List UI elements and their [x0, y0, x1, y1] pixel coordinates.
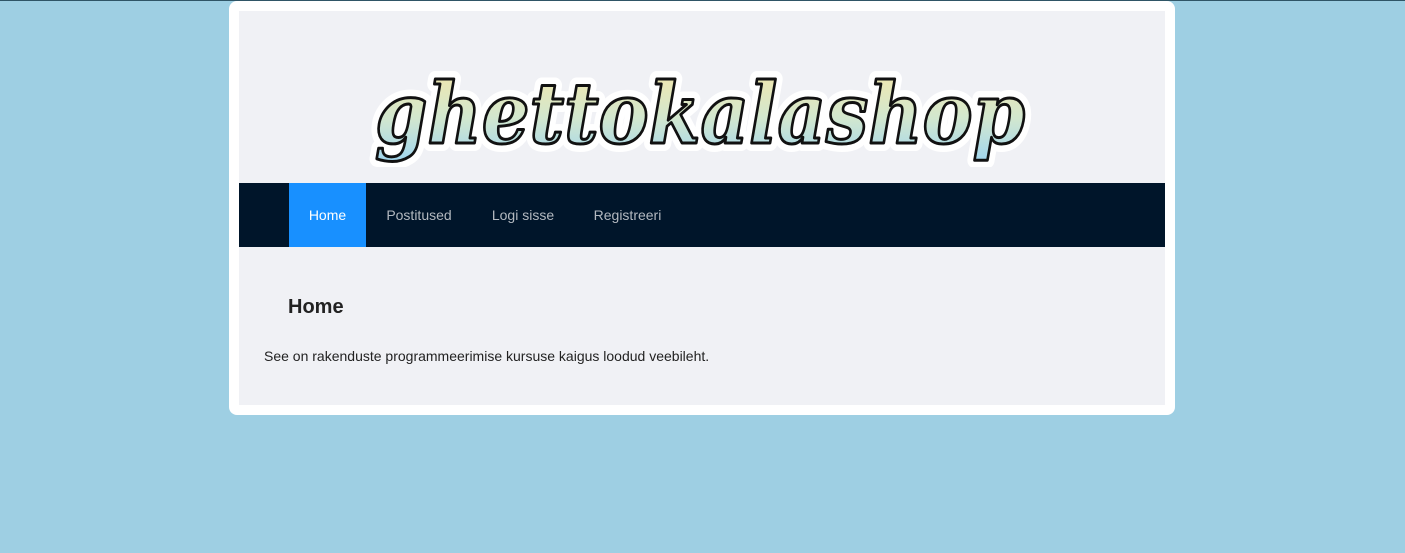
- site-header: ghettokalashop ghettokalashop: [239, 11, 1165, 183]
- page-description: See on rakenduste programmeerimise kursu…: [264, 348, 710, 364]
- site-logo[interactable]: ghettokalashop ghettokalashop: [365, 63, 1035, 167]
- main-content: Home See on rakenduste programmeerimise …: [239, 247, 1165, 405]
- nav-item-home[interactable]: Home: [289, 183, 366, 247]
- nav-item-logi-sisse[interactable]: Logi sisse: [472, 183, 574, 247]
- page-frame: ghettokalashop ghettokalashop Home Posti…: [229, 1, 1175, 415]
- page-container: ghettokalashop ghettokalashop Home Posti…: [239, 11, 1165, 405]
- main-navigation: Home Postitused Logi sisse Registreeri: [239, 183, 1165, 247]
- nav-item-registreeri[interactable]: Registreeri: [574, 183, 681, 247]
- page-title: Home: [288, 296, 344, 318]
- nav-item-postitused[interactable]: Postitused: [366, 183, 472, 247]
- logo-text: ghettokalashop: [375, 64, 1025, 163]
